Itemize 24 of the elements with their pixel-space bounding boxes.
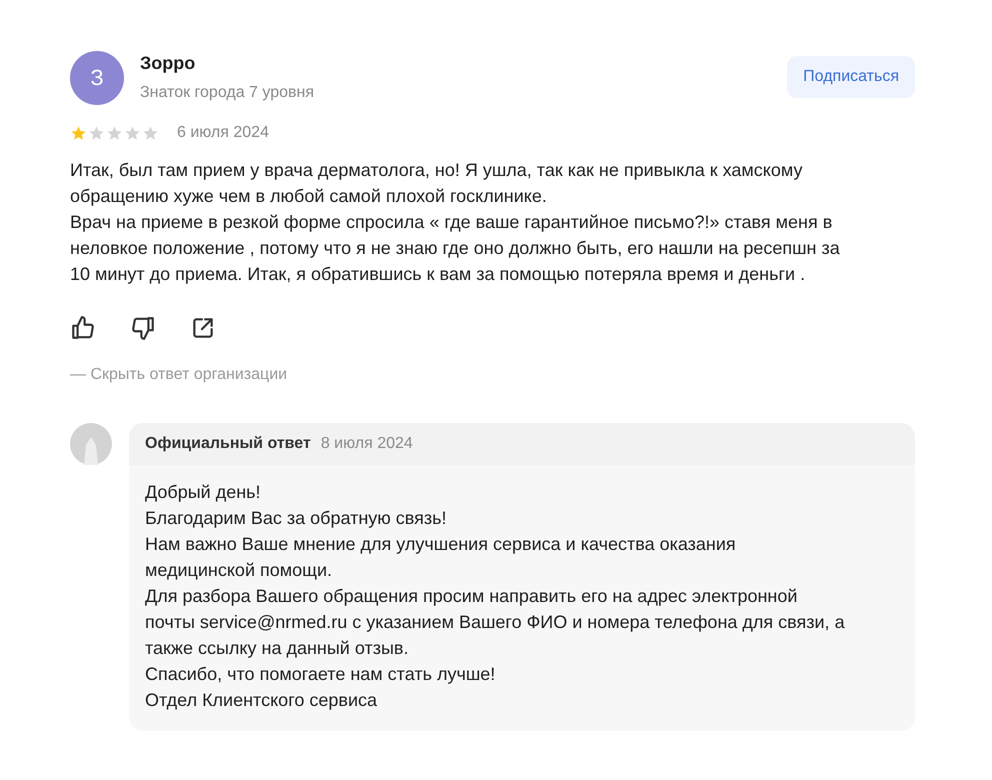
star-icon <box>70 124 87 142</box>
star-icon <box>124 124 141 142</box>
organization-avatar <box>70 423 112 465</box>
answer-text: Благодарим Вас за обратную связь! <box>145 507 448 530</box>
review-text: Врач на приеме в резкой форме спросила « где ваше гарантийное письмо?!» ставя меня в неловкое положение , потому что я не знаю где оно должно быть, его нашли на ресепшн за 10 минут до приема. Итак, я обратившись к вам за помощью потеряла время и деньги . <box>70 211 841 286</box>
star-icon <box>106 124 123 142</box>
review-text: Итак, был там прием у врача дерматолога, но! Я ушла, так как не привыкла к хамскому обращению хуже чем в любой самой плохой госклинике. <box>70 159 804 208</box>
answer-text: Для разбора Вашего обращения просим направить его на адрес электронной почты service@nrmed.ru с указанием Вашего ФИО и номера телефона для связи, а также ссылку на данный отзыв. <box>145 585 845 660</box>
review-date: 6 июля 2024 <box>177 123 269 143</box>
answer-date: 8 июля 2024 <box>320 434 413 454</box>
hide-answer-link[interactable]: — Скрыть ответ организации <box>70 366 288 383</box>
thumbs-up-icon[interactable] <box>70 315 96 341</box>
answer-title: Официальный ответ <box>145 434 311 454</box>
star-icon <box>88 124 105 142</box>
answer-text: Добрый день! <box>145 481 262 504</box>
author-name[interactable]: Зорро <box>140 50 314 77</box>
subscribe-button[interactable]: Подписаться <box>787 56 915 98</box>
answer-text: Отдел Клиентского сервиса <box>145 689 378 712</box>
author-level: Знаток города 7 уровня <box>140 83 314 103</box>
star-icon <box>142 124 159 142</box>
answer-text: Нам важно Ваше мнение для улучшения сервиса и качества оказания медицинской помощи. <box>145 533 737 582</box>
answer-text: Спасибо, что помогаете нам стать лучше! <box>145 663 496 686</box>
thumbs-down-icon[interactable] <box>130 315 156 341</box>
user-avatar: З <box>70 50 124 104</box>
